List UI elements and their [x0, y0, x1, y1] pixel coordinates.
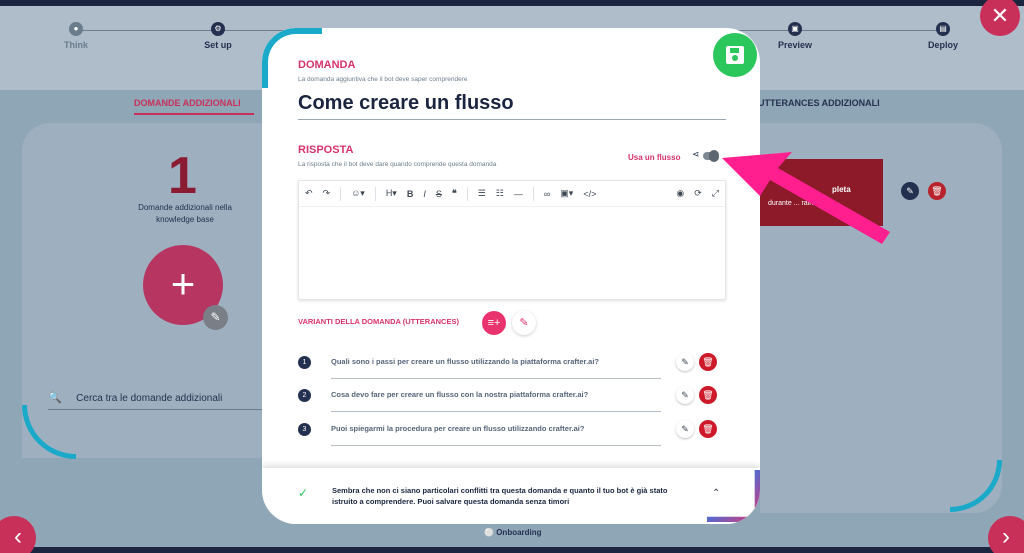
question-modal: DOMANDA La domanda aggiuntiva che il bot…	[262, 28, 760, 524]
search-icon: 🔍	[48, 392, 62, 404]
onboarding-label: Onboarding	[496, 528, 542, 537]
horizontal-rule-icon[interactable]: —	[514, 189, 523, 199]
flow-icon: ⋖	[692, 149, 700, 159]
utterance-row: 3 Puoi spiegarmi la procedura per creare…	[298, 419, 726, 446]
bullet-list-icon[interactable]: ☰	[478, 188, 486, 199]
bulb-icon: ●	[69, 22, 83, 36]
utterance-input[interactable]: Cosa devo fare per creare un flusso con …	[331, 390, 661, 412]
question-input[interactable]: Come creare un flusso	[298, 92, 726, 120]
risposta-subtitle: La risposta che il bot deve dare quando …	[298, 161, 497, 168]
questions-count-label: Domande addizionali nella knowledge base	[138, 203, 232, 224]
edit-icon[interactable]: ✎	[676, 420, 694, 438]
tab-domande-addizionali[interactable]: DOMANDE ADDIZIONALI	[134, 93, 254, 115]
undo-icon[interactable]: ↶	[305, 188, 313, 199]
annotation-arrow	[722, 152, 890, 244]
bold-icon[interactable]: B	[407, 189, 414, 199]
search-placeholder: Cerca tra le domande addizionali	[76, 393, 223, 404]
step-label: Set up	[204, 40, 232, 50]
onboarding-link[interactable]: ⚪ Onboarding	[484, 528, 542, 537]
step-label: Deploy	[927, 40, 958, 50]
link-icon[interactable]: ∞	[544, 189, 550, 199]
utterance-row: 1 Quali sono i passi per creare un fluss…	[298, 352, 726, 379]
emoji-icon[interactable]: ☺▾	[351, 188, 365, 199]
numbered-list-icon[interactable]: ☷	[496, 188, 504, 199]
utterance-number: 3	[298, 423, 311, 436]
step-deploy[interactable]: ▤ Deploy	[903, 22, 983, 50]
risposta-title: RISPOSTA	[298, 144, 354, 156]
utterances-title: VARIANTI DELLA DOMANDA (UTTERANCES)	[298, 317, 459, 326]
questions-count: 1	[168, 147, 197, 205]
heading-icon[interactable]: H▾	[386, 188, 397, 199]
chevron-up-icon[interactable]: ⌃	[712, 488, 720, 499]
step-setup[interactable]: ⚙ Set up	[178, 22, 258, 50]
delete-icon[interactable]: 🗑	[699, 386, 717, 404]
flow-toggle-label: Usa un flusso	[628, 153, 681, 162]
deploy-icon: ▤	[936, 22, 950, 36]
answer-editor[interactable]: ↶ ↷ ☺▾ H▾ B I S ❝ ☰ ☷ — ∞ ▣▾ </> ◉ ⟳ ⤢	[298, 180, 726, 300]
delete-icon[interactable]: 🗑	[699, 353, 717, 371]
step-think[interactable]: ● Think	[36, 22, 116, 50]
conflict-message: Sembra che non ci siano particolari conf…	[332, 486, 668, 506]
utterance-number: 1	[298, 356, 311, 369]
domanda-title: DOMANDA	[298, 59, 356, 71]
edit-icon[interactable]: ✎	[676, 386, 694, 404]
strikethrough-icon[interactable]: S	[436, 189, 442, 199]
tab-utterances-addizionali[interactable]: UTTERANCES ADDIZIONALI	[758, 93, 898, 113]
code-icon[interactable]: </>	[583, 189, 596, 199]
image-icon[interactable]: ▣▾	[560, 188, 573, 199]
prev-nav-button[interactable]: ‹	[0, 516, 36, 553]
edit-utterances-button[interactable]: ✎	[512, 311, 536, 335]
globe-icon: ⚪	[484, 528, 494, 537]
edit-icon[interactable]: ✎	[901, 182, 919, 200]
tab-label: UTTERANCES ADDIZIONALI	[758, 98, 880, 108]
top-frame	[0, 0, 1024, 6]
editor-toolbar: ↶ ↷ ☺▾ H▾ B I S ❝ ☰ ☷ — ∞ ▣▾ </> ◉ ⟳ ⤢	[299, 181, 725, 207]
conflict-check-footer: ✓ Sembra che non ci siano particolari co…	[262, 468, 760, 524]
toolbar-divider	[340, 186, 342, 201]
edit-icon[interactable]: ✎	[676, 353, 694, 371]
step-label: Preview	[777, 40, 813, 50]
toolbar-divider	[532, 186, 534, 201]
toolbar-divider	[374, 186, 376, 201]
quote-icon[interactable]: ❝	[452, 188, 457, 199]
step-preview[interactable]: ▣ Preview	[755, 22, 835, 50]
add-utterance-button[interactable]: ≡+	[482, 311, 506, 335]
next-nav-button[interactable]: ›	[988, 516, 1024, 553]
save-button[interactable]	[713, 33, 757, 77]
floppy-disk-icon	[726, 46, 744, 64]
italic-icon[interactable]: I	[423, 189, 426, 199]
utterance-number: 2	[298, 389, 311, 402]
tab-label: DOMANDE ADDIZIONALI	[134, 98, 241, 108]
gear-icon: ⚙	[211, 22, 225, 36]
domanda-subtitle: La domanda aggiuntiva che il bot deve sa…	[298, 76, 468, 83]
check-icon: ✓	[298, 486, 309, 500]
preview-icon: ▣	[788, 22, 802, 36]
utterance-input[interactable]: Quali sono i passi per creare un flusso …	[331, 357, 661, 379]
preview-eye-icon[interactable]: ◉	[676, 188, 684, 199]
bottom-frame	[0, 547, 1024, 553]
delete-icon[interactable]: 🗑	[699, 420, 717, 438]
search-input[interactable]: 🔍 Cerca tra le domande addizionali	[48, 388, 262, 410]
delete-icon[interactable]: 🗑	[928, 182, 946, 200]
utterance-input[interactable]: Puoi spiegarmi la procedura per creare u…	[331, 424, 661, 446]
utterance-row: 2 Cosa devo fare per creare un flusso co…	[298, 385, 726, 412]
edit-pencil-icon[interactable]: ✎	[203, 305, 228, 330]
redo-icon[interactable]: ↷	[323, 188, 331, 199]
toolbar-divider	[466, 186, 468, 201]
step-label: Think	[64, 40, 88, 50]
